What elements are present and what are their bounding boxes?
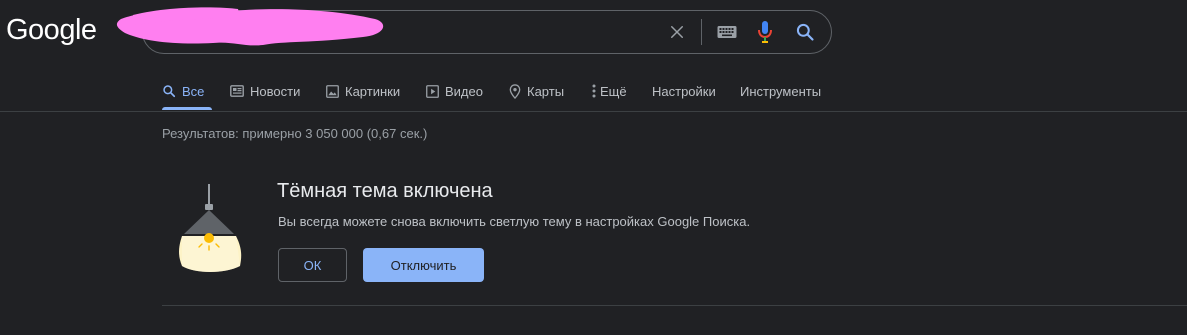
- voice-search-button[interactable]: [749, 11, 781, 53]
- tab-label: Все: [182, 83, 205, 99]
- section-divider: [162, 305, 1187, 306]
- search-box[interactable]: [116, 7, 832, 55]
- tab-label: Карты: [527, 83, 565, 99]
- tab-label: Новости: [250, 83, 301, 99]
- tab-tools[interactable]: Инструменты: [740, 72, 821, 110]
- tab-maps[interactable]: Карты: [509, 72, 564, 110]
- video-icon: [426, 84, 439, 98]
- clear-search-button[interactable]: [661, 11, 693, 53]
- search-box-divider: [701, 19, 702, 45]
- google-logo[interactable]: Google: [6, 14, 97, 47]
- image-icon: [326, 84, 339, 98]
- tab-settings[interactable]: Настройки: [652, 72, 716, 110]
- tab-label: Инструменты: [740, 83, 822, 99]
- tab-video[interactable]: Видео: [426, 72, 483, 110]
- search-icon: [163, 85, 176, 98]
- tab-news[interactable]: Новости: [230, 72, 300, 110]
- tab-more[interactable]: Ещё: [592, 72, 627, 110]
- keyboard-button[interactable]: [711, 11, 743, 53]
- tab-label: Ещё: [600, 83, 627, 99]
- search-results-page: Google Все Новости Картинки Видео Карты …: [0, 0, 1187, 335]
- tab-images[interactable]: Картинки: [326, 72, 400, 110]
- keyboard-icon: [717, 26, 737, 38]
- more-vert-icon: [592, 84, 596, 98]
- tab-all[interactable]: Все: [162, 72, 204, 110]
- search-icon: [796, 23, 814, 41]
- active-tab-indicator: [162, 107, 212, 110]
- dark-theme-title: Тёмная тема включена: [277, 180, 493, 202]
- lamp-illustration: [179, 184, 242, 272]
- map-pin-icon: [509, 83, 521, 99]
- search-button[interactable]: [789, 11, 821, 53]
- result-stats: Результатов: примерно 3 050 000 (0,67 се…: [162, 126, 428, 141]
- disable-dark-theme-button[interactable]: Отключить: [363, 248, 484, 282]
- redaction-scribble: [116, 7, 384, 46]
- tab-label: Видео: [445, 83, 483, 99]
- microphone-icon: [758, 21, 772, 43]
- tab-label: Картинки: [345, 83, 401, 99]
- ok-button[interactable]: ОК: [278, 248, 347, 282]
- tab-label: Настройки: [652, 83, 716, 99]
- header-divider: [0, 111, 1187, 112]
- dark-theme-subtitle: Вы всегда можете снова включить светлую …: [278, 214, 751, 229]
- close-icon: [671, 26, 683, 38]
- news-icon: [230, 85, 244, 97]
